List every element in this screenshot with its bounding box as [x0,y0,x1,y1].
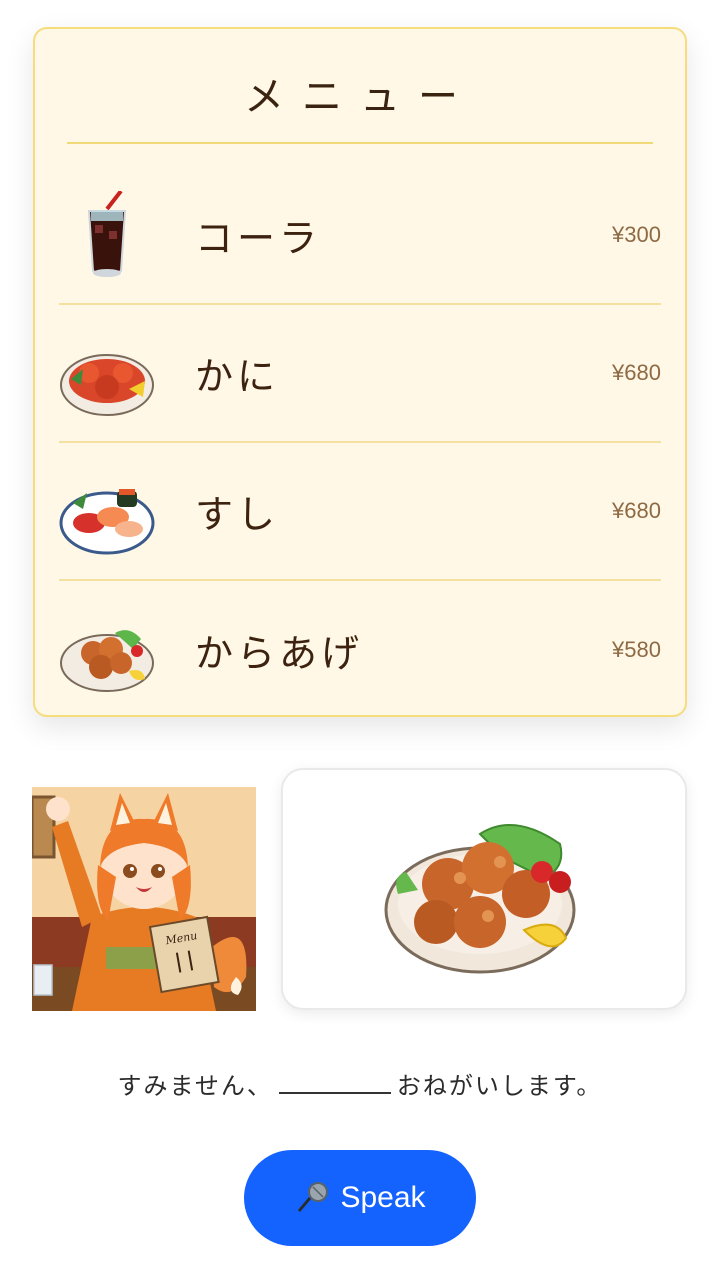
karaage-icon [60,630,154,692]
menu-title: メニュー [244,74,476,120]
menu-item-karaage[interactable]: からあげ ¥580 [59,581,661,719]
title-divider [67,142,653,144]
item-price: ¥680 [612,360,661,385]
fox-girl-character-image: Menu [32,787,256,1011]
answer-blank [278,1092,391,1094]
prompt-sentence: すみません、 おねがいします。 [0,1066,720,1101]
menu-card: メニュー コーラ ¥300 かに ¥680 すし ¥680 からあげ ¥580 [33,27,687,717]
microphone-icon [298,1182,329,1212]
cola-icon [87,191,127,277]
karaage-image [384,824,576,974]
item-name: コーラ [195,216,322,261]
item-price: ¥300 [612,222,661,247]
sushi-icon [59,489,155,555]
prompt-after: おねがいします。 [396,1072,603,1100]
prompt-before: すみません、 [117,1072,273,1100]
menu-item-cola[interactable]: コーラ ¥300 [59,167,661,305]
menu-item-crab[interactable]: かに ¥680 [59,305,661,443]
item-name: からあげ [195,631,364,676]
item-name: かに [195,354,280,399]
selected-food-card[interactable] [281,768,687,1010]
speak-button-label: Speak [340,1181,426,1214]
speak-button[interactable]: Speak [244,1150,476,1246]
menu-item-sushi[interactable]: すし ¥680 [59,443,661,581]
item-price: ¥680 [612,498,661,523]
item-price: ¥580 [612,637,661,662]
crab-icon [60,354,154,416]
item-name: すし [195,492,280,537]
